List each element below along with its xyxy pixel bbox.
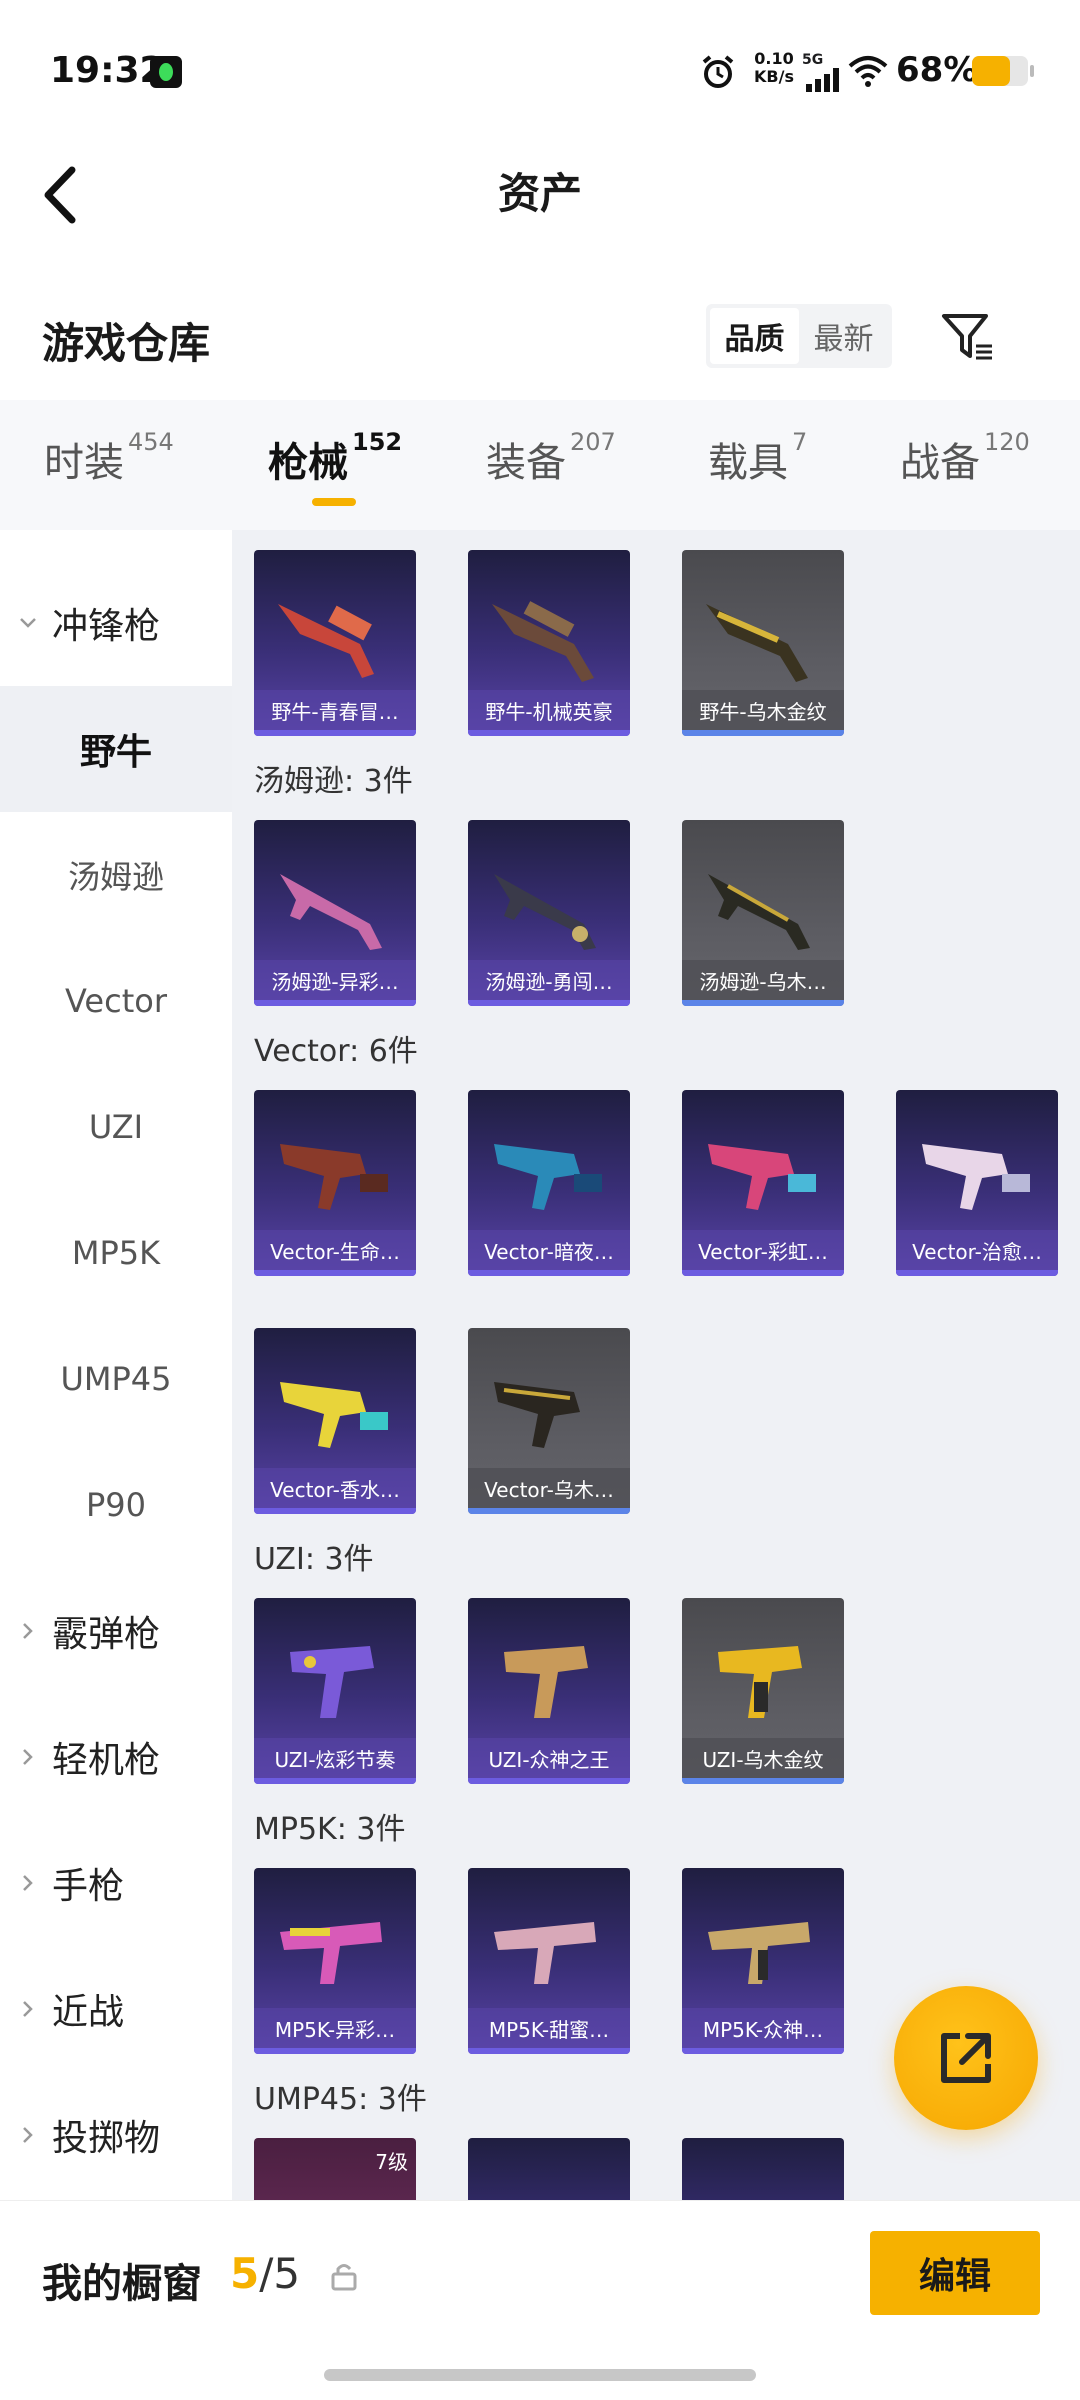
status-bar: 19:32 0.10 KB/s 5G 68%: [0, 0, 1080, 140]
edit-button[interactable]: 编辑: [870, 2231, 1040, 2315]
app-notification-icon: [150, 56, 182, 88]
gun-image: [718, 1646, 802, 1718]
sidebar-item-shotgun[interactable]: 霰弹枪: [0, 1568, 232, 1694]
weapon-card[interactable]: 汤姆逊-乌木…: [682, 820, 844, 1006]
sidebar-item-melee[interactable]: 近战: [0, 1946, 232, 2072]
wifi-icon: [848, 56, 888, 87]
sidebar-item-bison[interactable]: 野牛: [0, 686, 232, 812]
sort-toggle: 品质 最新: [706, 304, 892, 368]
chevron-down-icon: [20, 618, 36, 628]
battery-level: [972, 56, 1011, 86]
tab-vehicles[interactable]: 载具 7: [708, 428, 807, 510]
page-title: 资产: [497, 169, 582, 218]
weapon-card[interactable]: UZI-乌木金纹: [682, 1598, 844, 1784]
sort-newest-button[interactable]: 最新: [799, 308, 888, 364]
share-button[interactable]: [894, 1986, 1038, 2130]
chevron-right-icon: [23, 1623, 33, 1639]
sidebar-item-p90[interactable]: P90: [0, 1442, 232, 1568]
gun-image: [280, 1922, 382, 1984]
sidebar-item-throwables[interactable]: 投掷物: [0, 2072, 232, 2198]
warehouse-header: 游戏仓库 品质 最新: [0, 290, 1080, 390]
gun-image: [280, 1382, 388, 1448]
home-indicator[interactable]: [324, 2369, 756, 2381]
gun-image: [280, 874, 382, 950]
group-title: MP5K: 3件: [254, 1812, 406, 1847]
gun-image: [504, 1646, 588, 1718]
chevron-right-icon: [23, 1875, 33, 1891]
weapon-card[interactable]: [682, 2138, 844, 2200]
network-speed: 0.10 KB/s: [754, 49, 794, 86]
sidebar-item-thompson[interactable]: 汤姆逊: [0, 812, 232, 938]
chevron-right-icon: [23, 1749, 33, 1765]
weapon-card[interactable]: MP5K-异彩…: [254, 1868, 416, 2054]
sidebar-item-vector[interactable]: Vector: [0, 938, 232, 1064]
weapon-card[interactable]: Vector-香水…: [254, 1328, 416, 1514]
battery-percent: 68%: [896, 50, 978, 90]
gun-image: [290, 1646, 374, 1718]
group-title: UMP45: 3件: [254, 2082, 427, 2117]
gun-image: [494, 874, 596, 950]
tab-equipment[interactable]: 装备 207: [486, 428, 616, 510]
gun-image: [494, 1382, 580, 1448]
share-icon: [941, 2033, 991, 2083]
lock-icon: [331, 2264, 357, 2291]
gun-image: [492, 601, 594, 682]
alarm-icon: [702, 55, 734, 88]
weapon-card[interactable]: 野牛-机械英豪: [468, 550, 630, 736]
gun-image: [494, 1922, 596, 1984]
weapon-card[interactable]: Vector-治愈…: [896, 1090, 1058, 1276]
group-title: Vector: 6件: [254, 1034, 418, 1069]
weapon-card[interactable]: 汤姆逊-异彩…: [254, 820, 416, 1006]
weapon-card[interactable]: Vector-生命…: [254, 1090, 416, 1276]
cell-signal-icon: 5G: [802, 52, 842, 92]
sidebar-item-lmg[interactable]: 轻机枪: [0, 1694, 232, 1820]
gun-image: [708, 874, 810, 950]
gun-image: [708, 1922, 810, 1984]
weapon-card[interactable]: 汤姆逊-勇闯…: [468, 820, 630, 1006]
filter-icon[interactable]: [940, 310, 994, 364]
weapon-card[interactable]: Vector-乌木…: [468, 1328, 630, 1514]
active-tab-indicator: [312, 498, 356, 506]
gun-image: [280, 1144, 388, 1210]
gun-image: [494, 1144, 602, 1210]
sort-quality-button[interactable]: 品质: [710, 308, 799, 364]
showcase-bar: 我的橱窗 5/5 编辑: [0, 2200, 1080, 2400]
weapon-card[interactable]: 野牛-青春冒…: [254, 550, 416, 736]
tab-supplies[interactable]: 战备 120: [900, 428, 1030, 510]
weapon-card[interactable]: MP5K-众神…: [682, 1868, 844, 2054]
gun-image: [708, 1144, 816, 1210]
level-badge: 7级: [375, 2150, 408, 2174]
weapon-card[interactable]: 7级: [254, 2138, 416, 2200]
chevron-right-icon: [23, 2127, 33, 2143]
gun-image: [706, 604, 808, 682]
sidebar-item-pistol[interactable]: 手枪: [0, 1820, 232, 1946]
showcase-count: 5/5: [230, 2249, 301, 2298]
weapon-card[interactable]: UZI-炫彩节奏: [254, 1598, 416, 1784]
weapon-card[interactable]: 野牛-乌木金纹: [682, 550, 844, 736]
group-title: UZI: 3件: [254, 1542, 374, 1577]
category-tabs: 时装 454 枪械 152 装备 207 载具 7 战备 120: [0, 400, 1080, 530]
showcase-title: 我的橱窗: [42, 2261, 202, 2307]
weapon-sidebar: 冲锋枪 野牛 汤姆逊 Vector UZI MP5K UMP45 P90 霰弹枪…: [0, 530, 232, 2200]
status-time: 19:32: [50, 50, 165, 91]
weapon-card[interactable]: MP5K-甜蜜…: [468, 1868, 630, 2054]
chevron-right-icon: [23, 2001, 33, 2017]
battery-icon: [972, 56, 1034, 86]
gun-image: [278, 604, 374, 678]
sidebar-item-smg[interactable]: 冲锋枪: [0, 560, 232, 686]
tab-fashion[interactable]: 时装 454: [44, 428, 174, 510]
sidebar-item-ump45[interactable]: UMP45: [0, 1316, 232, 1442]
weapon-card[interactable]: Vector-暗夜…: [468, 1090, 630, 1276]
weapon-card[interactable]: UZI-众神之王: [468, 1598, 630, 1784]
group-title: 汤姆逊: 3件: [254, 764, 413, 799]
gun-image: [922, 1144, 1030, 1210]
nav-bar: 资产: [0, 140, 1080, 250]
weapon-grid: 野牛-青春冒… 野牛-机械英豪 野牛-乌木金纹 汤姆逊: 3件 汤姆逊-异彩… …: [232, 530, 1080, 2200]
weapon-card[interactable]: Vector-彩虹…: [682, 1090, 844, 1276]
weapon-card[interactable]: [468, 2138, 630, 2200]
warehouse-title: 游戏仓库: [42, 319, 211, 368]
sidebar-item-uzi[interactable]: UZI: [0, 1064, 232, 1190]
sidebar-item-mp5k[interactable]: MP5K: [0, 1190, 232, 1316]
